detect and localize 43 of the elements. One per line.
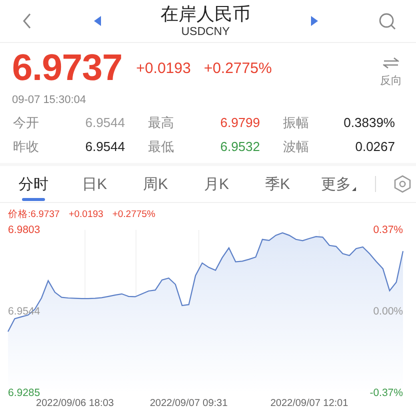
back-icon[interactable] <box>22 13 32 29</box>
percent-change: +0.2775% <box>204 60 272 76</box>
change-legend: +0.0193 <box>68 208 104 221</box>
settings-icon[interactable] <box>394 175 411 193</box>
stat-label: 最低 <box>148 138 175 155</box>
stat-label: 振幅 <box>283 114 310 131</box>
dropdown-icon <box>352 187 356 191</box>
price-change: +0.0193 <box>136 60 191 76</box>
page-title: 在岸人民币 <box>160 4 250 24</box>
period-tab[interactable]: 季K <box>247 166 308 202</box>
percent-axis-label: 0.37% <box>373 224 403 236</box>
time-axis-label: 2022/09/07 09:31 <box>150 398 228 409</box>
symbol-code: USDCNY <box>181 26 230 38</box>
quote-time: 09-07 15:30:04 <box>12 94 88 106</box>
percent-axis-label: 0.00% <box>373 306 403 318</box>
reverse-button[interactable]: 反向 <box>380 56 402 88</box>
stat-value: 6.9544 <box>84 114 125 131</box>
percent-legend: +0.2775% <box>112 208 156 221</box>
next-icon[interactable] <box>310 16 318 26</box>
previous-icon[interactable] <box>94 16 100 26</box>
more-tab[interactable]: 更多 <box>308 166 369 202</box>
price-axis-label: 6.9285 <box>8 387 40 399</box>
stat-label: 波幅 <box>283 138 310 155</box>
period-tab[interactable]: 日K <box>64 166 125 202</box>
time-axis-label: 2022/09/06 18:03 <box>36 398 114 409</box>
stat-value: 6.9532 <box>219 138 260 155</box>
stat-value: 6.9799 <box>219 114 260 131</box>
stat-value: 0.0267 <box>354 138 395 155</box>
period-tab[interactable]: 分时 <box>3 166 64 202</box>
stat-value: 6.9544 <box>84 138 125 155</box>
current-price: 6.9737 <box>12 47 122 89</box>
stat-value: 0.3839% <box>342 114 395 131</box>
time-axis-label: 2022/09/07 12:01 <box>270 398 348 409</box>
price-axis-label: 6.9803 <box>8 224 40 236</box>
stat-label: 昨收 <box>13 138 40 155</box>
stat-label: 最高 <box>148 114 175 131</box>
stat-label: 今开 <box>13 114 40 131</box>
period-tab[interactable]: 月K <box>186 166 247 202</box>
percent-axis-label: -0.37% <box>370 387 403 399</box>
price-legend: 价格:6.9737 <box>8 208 60 221</box>
swap-icon <box>383 56 399 68</box>
search-icon[interactable] <box>379 12 396 30</box>
period-tab[interactable]: 周K <box>125 166 186 202</box>
